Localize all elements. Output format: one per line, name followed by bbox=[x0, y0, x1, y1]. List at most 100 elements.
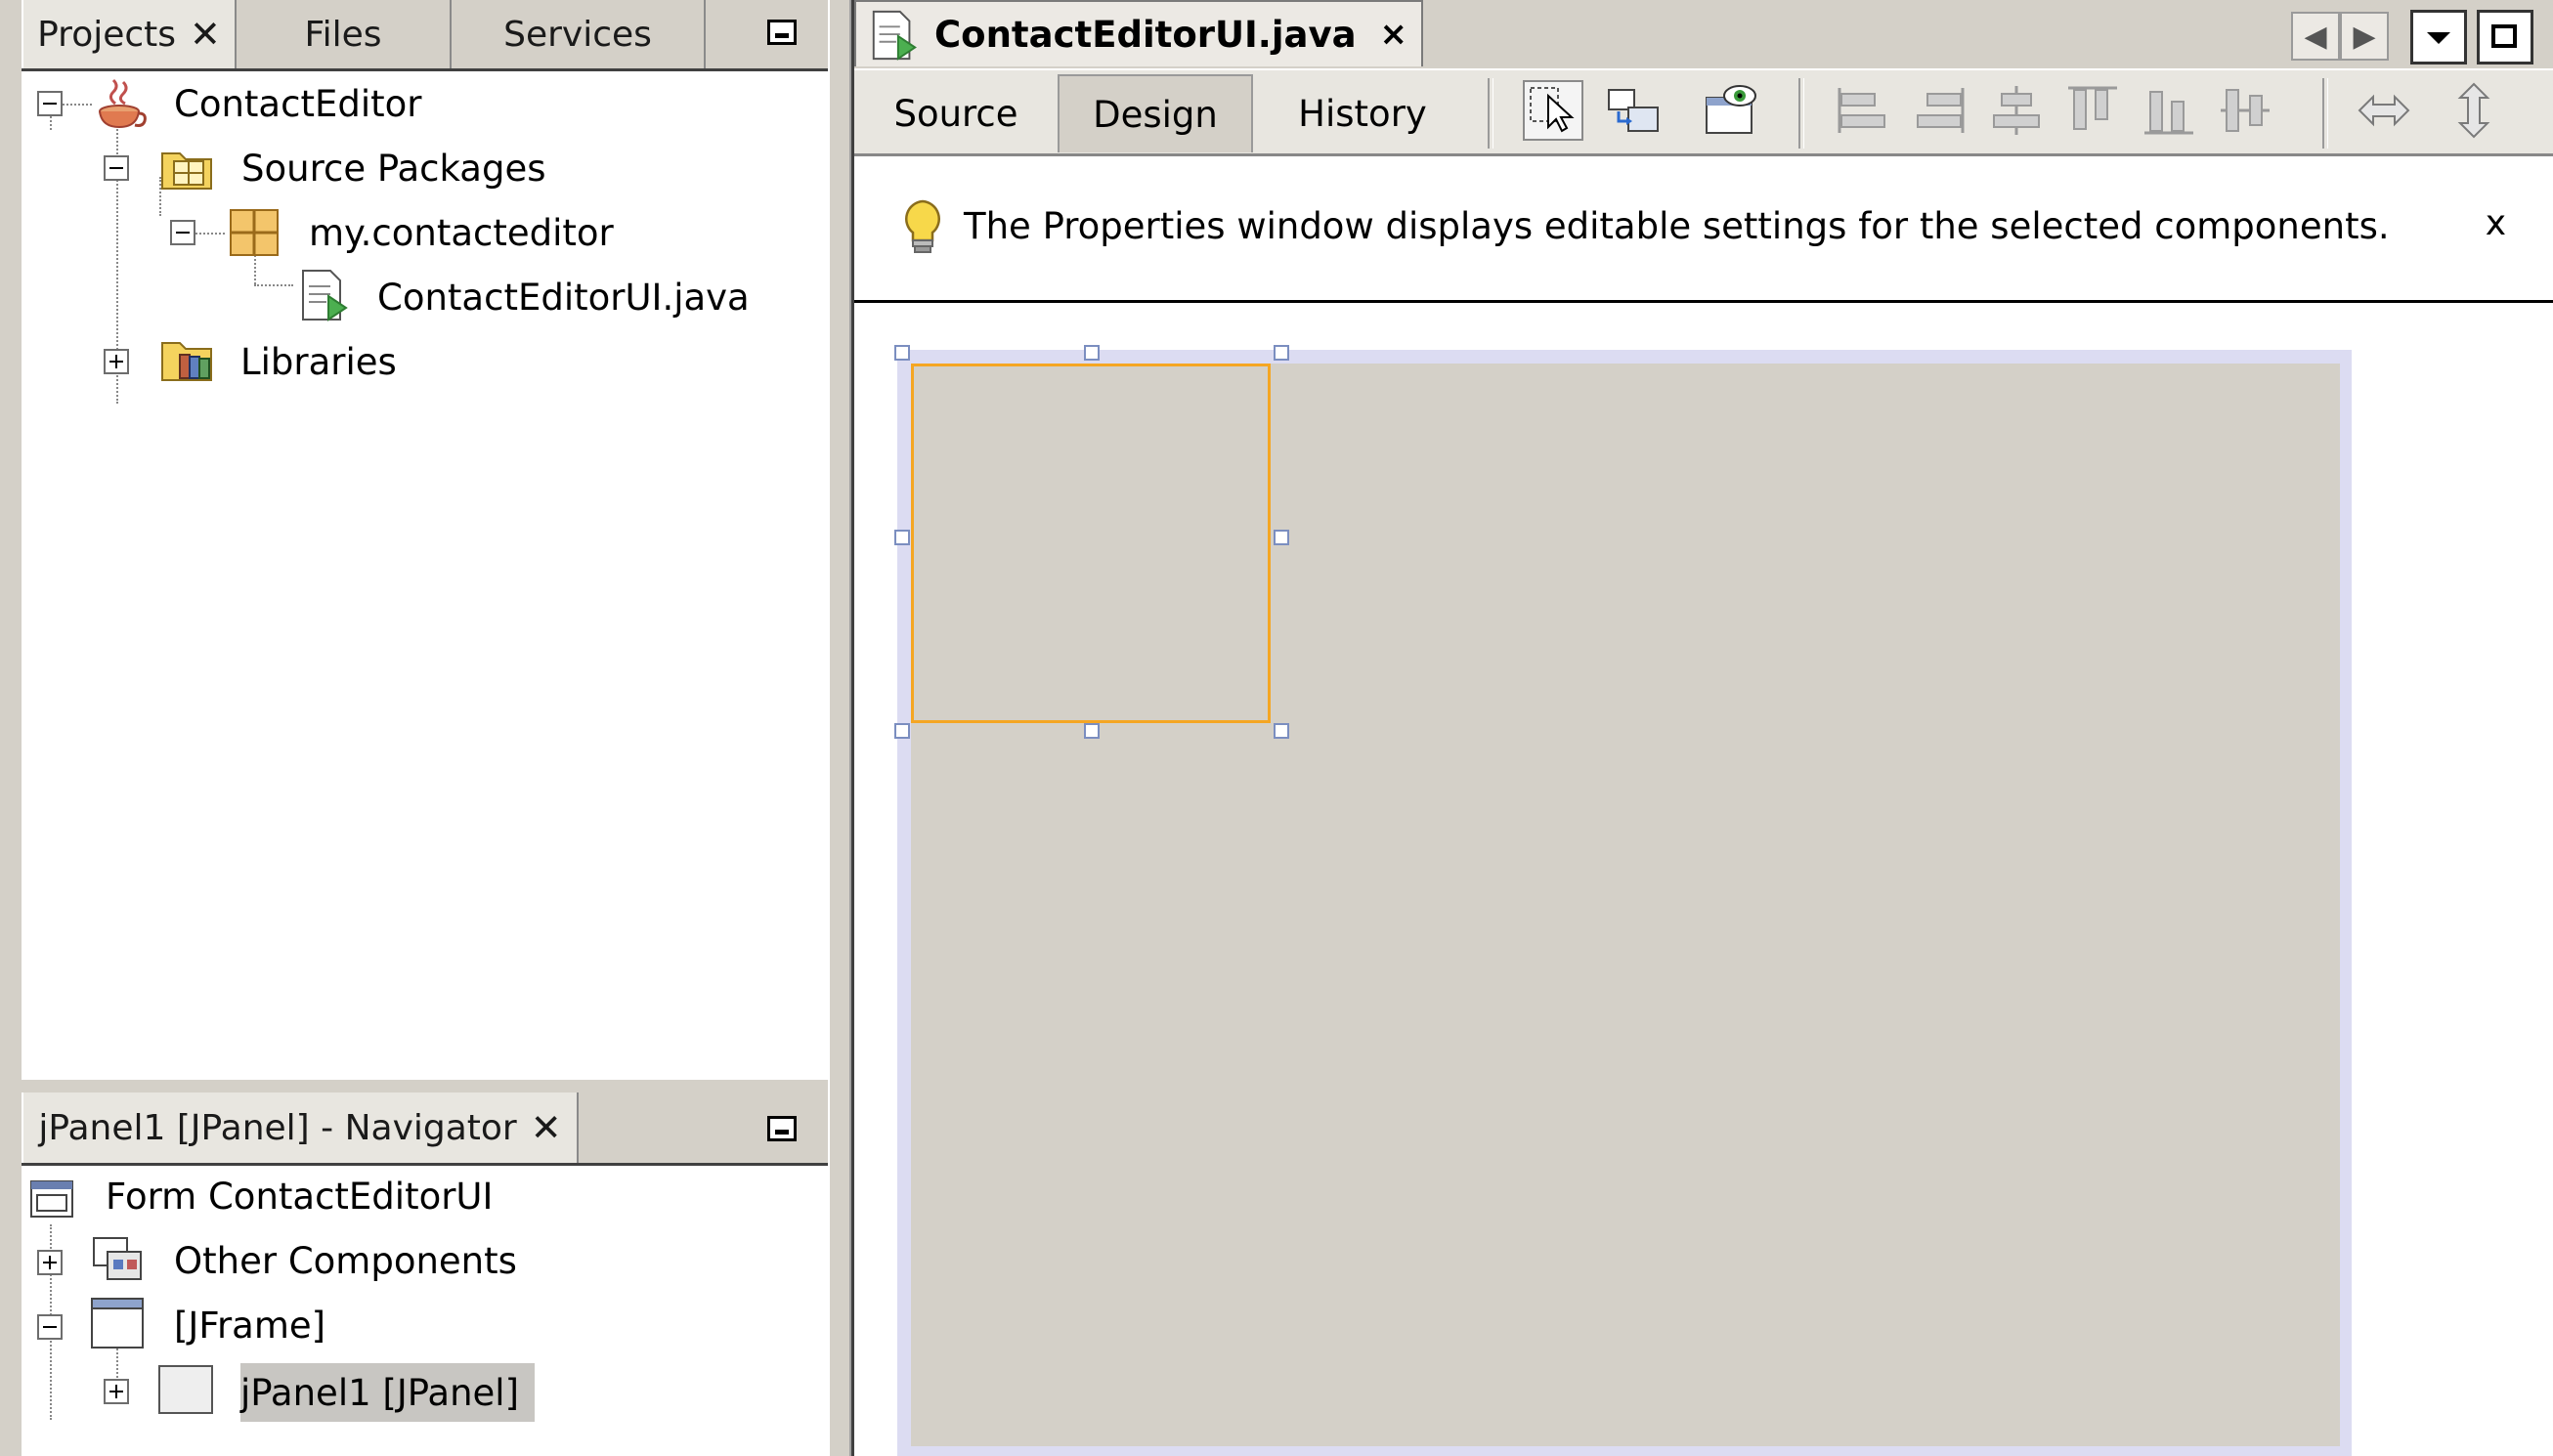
editor-file-tab[interactable]: ContactEditorUI.java × bbox=[854, 0, 1423, 66]
resize-handle-n[interactable] bbox=[1084, 345, 1100, 361]
align-bottom-icon[interactable] bbox=[2139, 80, 2199, 141]
tree-item-contacteditor[interactable]: ContactEditor bbox=[174, 79, 421, 128]
maximize-window-icon[interactable] bbox=[2477, 10, 2533, 64]
tab-history[interactable]: History bbox=[1265, 74, 1460, 152]
java-form-file-icon bbox=[302, 270, 348, 321]
align-top-icon[interactable] bbox=[2062, 80, 2123, 141]
source-packages-icon bbox=[161, 152, 212, 190]
tab-files-label: Files bbox=[304, 14, 382, 55]
collapse-icon[interactable] bbox=[104, 155, 129, 181]
tree-item-label: Source Packages bbox=[241, 147, 546, 190]
resize-handle-e[interactable] bbox=[1274, 530, 1289, 545]
close-icon[interactable]: × bbox=[1380, 15, 1408, 54]
tab-projects-label: Projects bbox=[37, 14, 177, 55]
tree-item-label: [JFrame] bbox=[174, 1304, 326, 1347]
tab-services[interactable]: Services bbox=[452, 0, 706, 68]
collapse-icon[interactable] bbox=[37, 91, 63, 116]
tab-source-label: Source bbox=[893, 92, 1018, 135]
tree-item-libraries[interactable]: Libraries bbox=[240, 337, 397, 386]
preview-design-icon[interactable] bbox=[1701, 80, 1761, 141]
navigator-panel: jPanel1 [JPanel] - Navigator ✕ Form Cont… bbox=[22, 1092, 828, 1456]
tab-navigator[interactable]: jPanel1 [JPanel] - Navigator ✕ bbox=[22, 1092, 579, 1163]
window-list-dropdown-icon[interactable] bbox=[2410, 10, 2467, 64]
collapse-icon[interactable] bbox=[170, 220, 195, 245]
tab-design-label: Design bbox=[1093, 93, 1218, 136]
jframe-icon bbox=[91, 1298, 144, 1349]
tree-item-other-components[interactable]: Other Components bbox=[174, 1236, 517, 1285]
tree-guide-line bbox=[195, 233, 225, 235]
left-edge-strip bbox=[0, 0, 22, 1456]
tab-services-label: Services bbox=[503, 14, 652, 55]
resize-horizontal-icon[interactable] bbox=[2354, 80, 2414, 141]
java-project-icon bbox=[99, 78, 147, 129]
tab-design[interactable]: Design bbox=[1058, 74, 1253, 152]
hint-close-button[interactable]: x bbox=[2486, 203, 2506, 243]
center-vertically-icon[interactable] bbox=[2215, 80, 2275, 141]
resize-handle-w[interactable] bbox=[894, 530, 910, 545]
editor-toolbar: Source Design History bbox=[854, 68, 2553, 156]
tree-item-label: Form ContactEditorUI bbox=[106, 1175, 494, 1218]
editor-file-title: ContactEditorUI.java bbox=[934, 13, 1357, 56]
align-right-icon[interactable] bbox=[1910, 80, 1970, 141]
resize-handle-nw[interactable] bbox=[894, 345, 910, 361]
tree-item-label: ContactEditor bbox=[174, 82, 422, 125]
other-components-icon bbox=[93, 1237, 142, 1280]
selection-mode-icon[interactable] bbox=[1523, 80, 1583, 141]
tab-projects[interactable]: Projects ✕ bbox=[22, 0, 237, 68]
editor-area: ContactEditorUI.java × ◀ ▶ Source Design… bbox=[851, 0, 2553, 1456]
center-horizontally-icon[interactable] bbox=[1986, 80, 2047, 141]
tree-item-label: my.contacteditor bbox=[309, 211, 614, 254]
minimize-window-icon[interactable] bbox=[767, 20, 797, 45]
tree-item-label: ContactEditorUI.java bbox=[377, 276, 750, 319]
close-icon[interactable]: ✕ bbox=[190, 13, 221, 56]
tree-guide-line bbox=[254, 284, 293, 286]
resize-handle-se[interactable] bbox=[1274, 723, 1289, 739]
hint-bar: The Properties window displays editable … bbox=[854, 156, 2553, 303]
toolbar-separator bbox=[1798, 78, 1804, 149]
projects-panel: Projects ✕ Files Services ContactEditor bbox=[22, 0, 828, 1080]
expand-icon[interactable] bbox=[104, 1379, 129, 1404]
form-icon bbox=[30, 1180, 73, 1218]
jpanel-icon bbox=[158, 1365, 213, 1414]
expand-icon[interactable] bbox=[104, 349, 129, 374]
design-canvas[interactable] bbox=[854, 303, 2553, 1456]
projects-tabbar: Projects ✕ Files Services bbox=[22, 0, 828, 71]
tree-item-jpanel1[interactable]: jPanel1 [JPanel] bbox=[240, 1363, 535, 1422]
tree-item-form[interactable]: Form ContactEditorUI bbox=[106, 1172, 493, 1220]
tree-item-source-packages[interactable]: Source Packages bbox=[241, 144, 545, 193]
scroll-left-icon[interactable]: ◀ bbox=[2291, 12, 2340, 61]
resize-vertical-icon[interactable] bbox=[2444, 80, 2504, 141]
panel-splitter[interactable] bbox=[828, 0, 851, 1456]
jpanel1-selected[interactable] bbox=[911, 364, 1271, 723]
tree-item-label: jPanel1 [JPanel] bbox=[240, 1371, 519, 1414]
package-icon bbox=[230, 209, 279, 256]
navigator-tabbar: jPanel1 [JPanel] - Navigator ✕ bbox=[22, 1092, 828, 1166]
tab-history-label: History bbox=[1298, 92, 1427, 135]
tree-item-package[interactable]: my.contacteditor bbox=[309, 208, 614, 257]
tree-item-label: Libraries bbox=[240, 340, 397, 383]
tab-source[interactable]: Source bbox=[872, 74, 1040, 152]
project-tree: ContactEditor Source Packages my.contact… bbox=[22, 71, 828, 1080]
libraries-icon bbox=[161, 342, 212, 381]
resize-handle-sw[interactable] bbox=[894, 723, 910, 739]
collapse-icon[interactable] bbox=[37, 1314, 63, 1340]
align-left-icon[interactable] bbox=[1832, 80, 1892, 141]
navigator-tree: Form ContactEditorUI Other Components [J… bbox=[22, 1166, 828, 1456]
tree-item-contacteditorui-java[interactable]: ContactEditorUI.java bbox=[377, 273, 750, 321]
tab-files[interactable]: Files bbox=[237, 0, 452, 68]
resize-handle-ne[interactable] bbox=[1274, 345, 1289, 361]
lightbulb-icon bbox=[905, 199, 940, 253]
connection-mode-icon[interactable] bbox=[1603, 80, 1664, 141]
scroll-right-icon[interactable]: ▶ bbox=[2340, 12, 2389, 61]
tree-guide-line bbox=[63, 104, 92, 106]
tree-item-label: Other Components bbox=[174, 1239, 517, 1282]
minimize-window-icon[interactable] bbox=[767, 1116, 797, 1141]
toolbar-separator bbox=[1488, 78, 1493, 149]
java-form-file-icon bbox=[872, 10, 917, 61]
resize-handle-s[interactable] bbox=[1084, 723, 1100, 739]
toolbar-separator bbox=[2322, 78, 2328, 149]
tab-navigator-label: jPanel1 [JPanel] - Navigator bbox=[38, 1107, 517, 1148]
expand-icon[interactable] bbox=[37, 1250, 63, 1275]
tree-item-jframe[interactable]: [JFrame] bbox=[174, 1301, 325, 1349]
close-icon[interactable]: ✕ bbox=[531, 1106, 562, 1149]
